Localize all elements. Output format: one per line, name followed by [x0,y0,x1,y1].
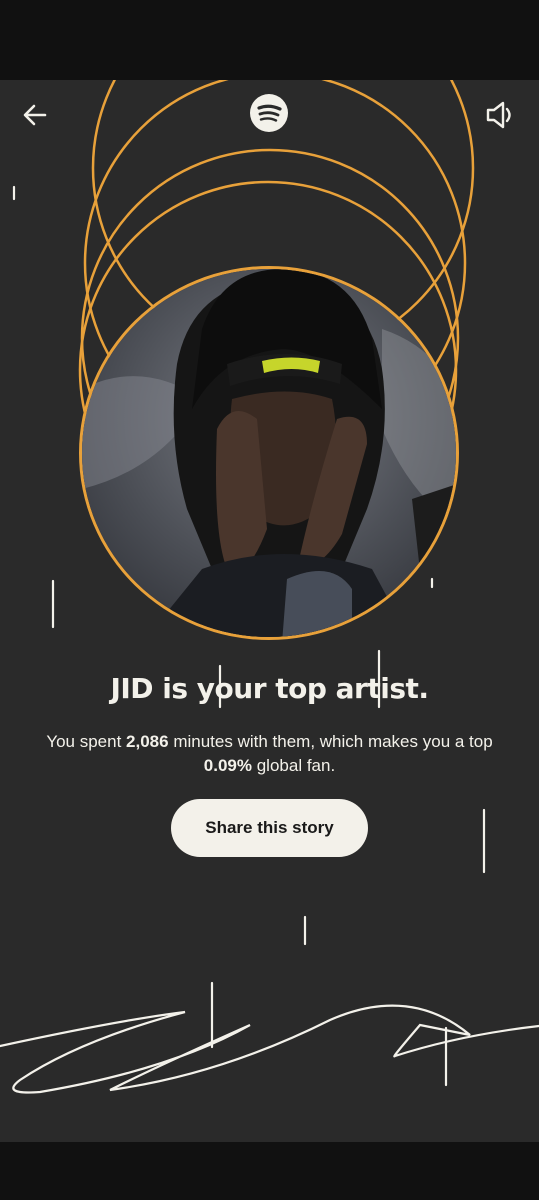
minutes-value: 2,086 [126,732,169,751]
share-story-button[interactable]: Share this story [171,799,368,857]
artist-photo [79,266,459,640]
speaker-icon [486,101,511,129]
status-bar-area [0,0,539,80]
story-summary: You spent 2,086 minutes with them, which… [30,730,509,778]
percent-value: 0.09% [203,756,252,775]
arrow-left-icon [23,104,47,126]
back-button[interactable] [18,98,52,132]
summary-middle: minutes with them, which makes you a top [168,732,493,751]
summary-prefix: You spent [46,732,127,751]
spotify-logo-icon [250,94,288,132]
navigation-bar-area [0,1142,539,1200]
sound-toggle-button[interactable] [484,98,518,132]
summary-suffix: global fan. [252,756,336,775]
story-headline: JID is your top artist. [110,672,429,705]
wrapped-story-card: JID is your top artist. You spent 2,086 … [0,80,539,1142]
